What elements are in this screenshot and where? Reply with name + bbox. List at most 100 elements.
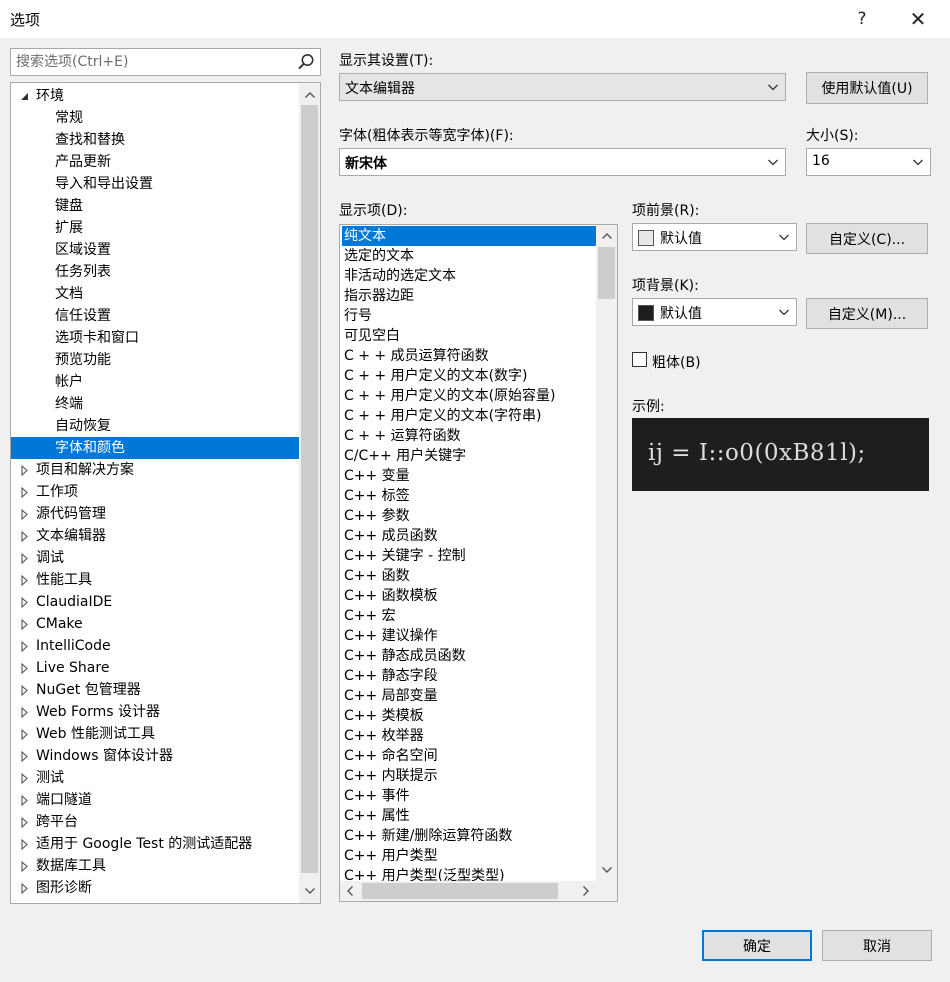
list-item[interactable]: C/C++ 用户关键字	[342, 446, 596, 466]
search-input[interactable]	[11, 49, 291, 75]
tree-item[interactable]: CMake	[11, 613, 299, 635]
collapsed-arrow-icon[interactable]	[17, 613, 31, 635]
tree-item[interactable]: 环境	[11, 85, 299, 107]
tree-item[interactable]: 预览功能	[11, 349, 299, 371]
list-item[interactable]: C++ 内联提示	[342, 766, 596, 786]
tree-item[interactable]: 任务列表	[11, 261, 299, 283]
list-item[interactable]: C++ 新建/删除运算符函数	[342, 826, 596, 846]
tree-item[interactable]: Web 性能测试工具	[11, 723, 299, 745]
search-icon[interactable]	[296, 52, 316, 72]
help-button[interactable]: ?	[840, 4, 884, 34]
collapsed-arrow-icon[interactable]	[17, 591, 31, 613]
list-item[interactable]: C++ 宏	[342, 606, 596, 626]
scroll-up-icon[interactable]	[596, 226, 617, 246]
tree-item[interactable]: 扩展	[11, 217, 299, 239]
foreground-custom-button[interactable]: 自定义(C)...	[806, 223, 928, 254]
tree-item[interactable]: 工作项	[11, 481, 299, 503]
tree-item[interactable]: 适用于 Google Test 的测试适配器	[11, 833, 299, 855]
tree-item[interactable]: ClaudiaIDE	[11, 591, 299, 613]
list-item[interactable]: C++ 类模板	[342, 706, 596, 726]
tree-scrollbar[interactable]	[299, 83, 320, 903]
list-item[interactable]: C++ 函数模板	[342, 586, 596, 606]
list-item[interactable]: C + + 用户定义的文本(原始容量)	[342, 386, 596, 406]
collapsed-arrow-icon[interactable]	[17, 833, 31, 855]
scroll-right-icon[interactable]	[576, 881, 596, 901]
list-item[interactable]: C++ 命名空间	[342, 746, 596, 766]
list-item[interactable]: C++ 变量	[342, 466, 596, 486]
collapsed-arrow-icon[interactable]	[17, 459, 31, 481]
tree-item[interactable]: 图形诊断	[11, 877, 299, 899]
tree-item[interactable]: 字体和颜色	[11, 437, 299, 459]
tree-item[interactable]: 自动恢复	[11, 415, 299, 437]
foreground-dropdown[interactable]: 默认值	[632, 223, 797, 251]
list-item[interactable]: 可见空白	[342, 326, 596, 346]
list-item[interactable]: C++ 函数	[342, 566, 596, 586]
list-item[interactable]: C++ 事件	[342, 786, 596, 806]
tree-item[interactable]: 数据库工具	[11, 855, 299, 877]
collapsed-arrow-icon[interactable]	[17, 503, 31, 525]
list-item[interactable]: C++ 静态字段	[342, 666, 596, 686]
tree-item[interactable]: 调试	[11, 547, 299, 569]
collapsed-arrow-icon[interactable]	[17, 745, 31, 767]
tree-item[interactable]: 源代码管理	[11, 503, 299, 525]
list-item[interactable]: C++ 属性	[342, 806, 596, 826]
tree-item[interactable]: 终端	[11, 393, 299, 415]
tree-item[interactable]: 文本编辑器	[11, 525, 299, 547]
scroll-up-icon[interactable]	[299, 85, 320, 105]
tree-item[interactable]: Live Share	[11, 657, 299, 679]
list-item[interactable]: 非活动的选定文本	[342, 266, 596, 286]
tree-item[interactable]: 查找和替换	[11, 129, 299, 151]
tree-item[interactable]: Windows 窗体设计器	[11, 745, 299, 767]
cancel-button[interactable]: 取消	[822, 930, 932, 961]
close-button[interactable]: ✕	[896, 4, 940, 34]
collapsed-arrow-icon[interactable]	[17, 547, 31, 569]
list-vertical-scrollbar[interactable]	[596, 225, 617, 881]
tree-item[interactable]: 跨平台	[11, 811, 299, 833]
display-items-list[interactable]: 纯文本 选定的文本 非活动的选定文本 指示器边距 行号 可见空白 C + + 成员运算符函数…	[339, 224, 618, 902]
tree-item[interactable]: 区域设置	[11, 239, 299, 261]
list-item[interactable]: C++ 参数	[342, 506, 596, 526]
collapsed-arrow-icon[interactable]	[17, 525, 31, 547]
tree-item[interactable]: 项目和解决方案	[11, 459, 299, 481]
expanded-arrow-icon[interactable]	[17, 85, 31, 107]
tree-item[interactable]: Web Forms 设计器	[11, 701, 299, 723]
scroll-left-icon[interactable]	[340, 881, 360, 901]
collapsed-arrow-icon[interactable]	[17, 657, 31, 679]
background-custom-button[interactable]: 自定义(M)...	[806, 298, 928, 329]
collapsed-arrow-icon[interactable]	[17, 569, 31, 591]
tree-item[interactable]: 帐户	[11, 371, 299, 393]
tree-item[interactable]: IntelliCode	[11, 635, 299, 657]
tree-item[interactable]: 信任设置	[11, 305, 299, 327]
tree-item[interactable]: 常规	[11, 107, 299, 129]
collapsed-arrow-icon[interactable]	[17, 811, 31, 833]
ok-button[interactable]: 确定	[702, 930, 812, 961]
scroll-down-icon[interactable]	[299, 881, 320, 901]
show-settings-for-dropdown[interactable]: 文本编辑器	[339, 73, 786, 101]
background-dropdown[interactable]: 默认值	[632, 298, 797, 326]
bold-label[interactable]: 粗体(B)	[652, 352, 701, 372]
collapsed-arrow-icon[interactable]	[17, 723, 31, 745]
list-item[interactable]: C++ 成员函数	[342, 526, 596, 546]
scroll-down-icon[interactable]	[596, 860, 617, 880]
collapsed-arrow-icon[interactable]	[17, 789, 31, 811]
tree-item[interactable]: 选项卡和窗口	[11, 327, 299, 349]
bold-checkbox[interactable]	[632, 352, 647, 367]
list-item[interactable]: C++ 枚举器	[342, 726, 596, 746]
tree-item[interactable]: 导入和导出设置	[11, 173, 299, 195]
list-horizontal-scrollbar[interactable]	[340, 881, 596, 901]
list-item[interactable]: C++ 建议操作	[342, 626, 596, 646]
options-tree[interactable]: 环境 常规 查找和替换 产品更新 导入和导出设置 键盘 扩展 区域设置 任务列表 文档 信任设置 选项…	[10, 82, 321, 904]
list-item[interactable]: C++ 用户类型	[342, 846, 596, 866]
list-scroll-thumb[interactable]	[598, 247, 615, 299]
tree-item[interactable]: 文档	[11, 283, 299, 305]
list-hscroll-thumb[interactable]	[362, 883, 558, 899]
list-item[interactable]: C++ 静态成员函数	[342, 646, 596, 666]
list-item[interactable]: 纯文本	[342, 226, 596, 246]
list-item[interactable]: C + + 用户定义的文本(数字)	[342, 366, 596, 386]
list-item[interactable]: C + + 成员运算符函数	[342, 346, 596, 366]
list-item[interactable]: C++ 关键字 - 控制	[342, 546, 596, 566]
tree-item[interactable]: 性能工具	[11, 569, 299, 591]
tree-item[interactable]: 端口隧道	[11, 789, 299, 811]
collapsed-arrow-icon[interactable]	[17, 481, 31, 503]
collapsed-arrow-icon[interactable]	[17, 701, 31, 723]
